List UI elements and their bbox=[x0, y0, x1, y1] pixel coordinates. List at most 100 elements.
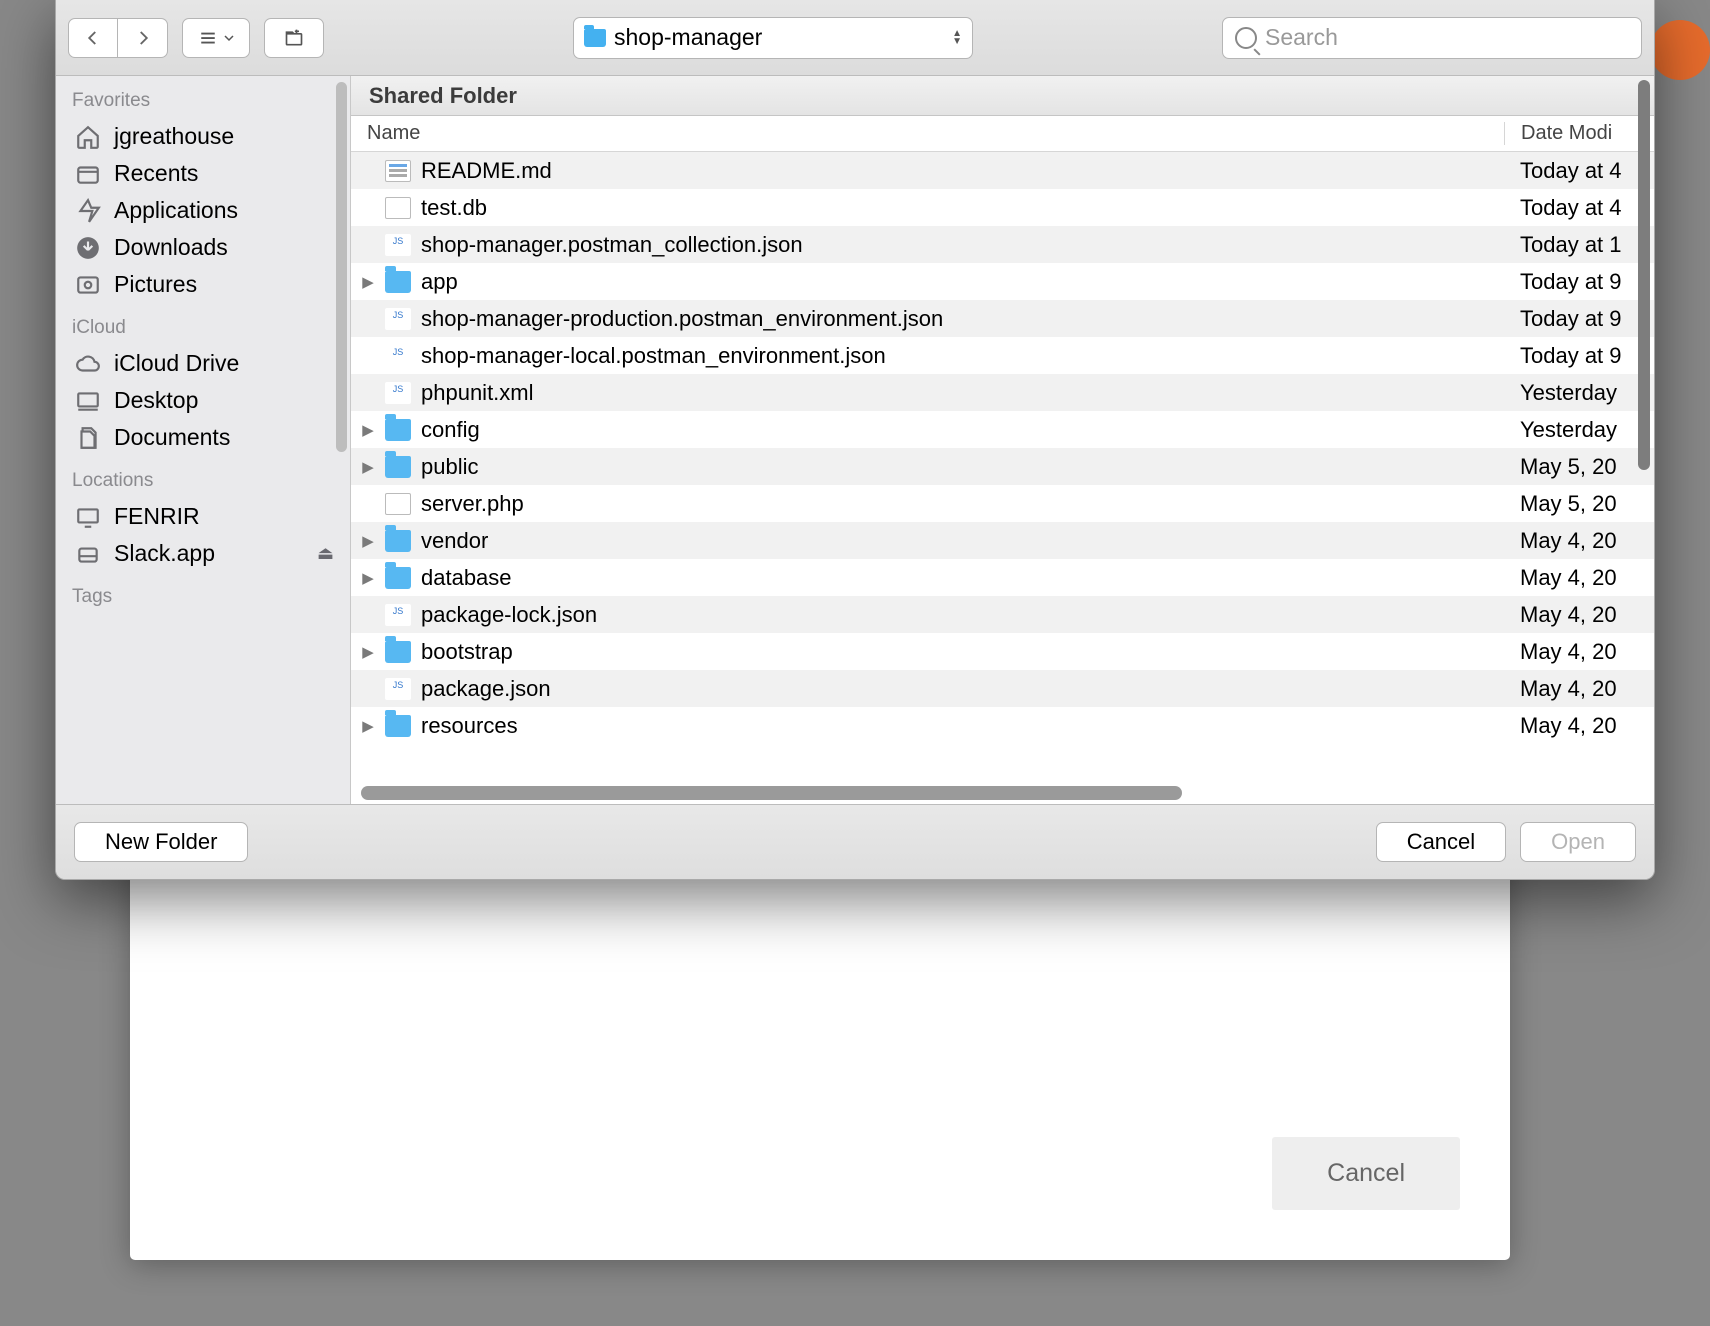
file-row[interactable]: package-lock.json May 4, 20 bbox=[351, 596, 1654, 633]
sidebar-item-label: FENRIR bbox=[114, 503, 200, 530]
bg-avatar bbox=[1650, 20, 1710, 80]
file-row[interactable]: phpunit.xml Yesterday bbox=[351, 374, 1654, 411]
forward-button[interactable] bbox=[118, 18, 168, 58]
column-header: Name Date Modi bbox=[351, 116, 1654, 152]
file-list-panel: Shared Folder Name Date Modi README.md T… bbox=[351, 76, 1654, 804]
file-name: phpunit.xml bbox=[421, 380, 1504, 406]
sidebar-item[interactable]: Documents bbox=[56, 419, 350, 456]
file-row[interactable]: package.json May 4, 20 bbox=[351, 670, 1654, 707]
vertical-scrollbar[interactable] bbox=[1632, 80, 1654, 570]
file-open-dialog: shop-manager ▲▼ Search Favorites jgreath… bbox=[55, 0, 1655, 880]
horizontal-scrollbar[interactable] bbox=[361, 786, 1644, 800]
documents-icon bbox=[74, 426, 102, 450]
search-placeholder: Search bbox=[1265, 24, 1338, 51]
nav-buttons bbox=[68, 18, 168, 58]
group-button[interactable] bbox=[264, 18, 324, 58]
file-row[interactable]: test.db Today at 4 bbox=[351, 189, 1654, 226]
file-row[interactable]: ▶ vendor May 4, 20 bbox=[351, 522, 1654, 559]
sidebar-item[interactable]: iCloud Drive bbox=[56, 345, 350, 382]
file-name: vendor bbox=[421, 528, 1504, 554]
file-row[interactable]: ▶ bootstrap May 4, 20 bbox=[351, 633, 1654, 670]
view-mode-button[interactable] bbox=[182, 18, 250, 58]
sidebar-item[interactable]: FENRIR bbox=[56, 498, 350, 535]
folder-icon bbox=[385, 567, 411, 589]
sidebar-item[interactable]: jgreathouse bbox=[56, 118, 350, 155]
file-icon bbox=[385, 345, 411, 367]
downloads-icon bbox=[74, 236, 102, 260]
file-date: May 4, 20 bbox=[1504, 639, 1654, 665]
disclosure-triangle[interactable]: ▶ bbox=[351, 643, 385, 661]
folder-icon bbox=[584, 29, 606, 47]
sidebar-item-label: iCloud Drive bbox=[114, 350, 239, 377]
file-row[interactable]: ▶ database May 4, 20 bbox=[351, 559, 1654, 596]
sidebar-item[interactable]: Downloads bbox=[56, 229, 350, 266]
file-name: package-lock.json bbox=[421, 602, 1504, 628]
disclosure-triangle[interactable]: ▶ bbox=[351, 569, 385, 587]
file-name: shop-manager.postman_collection.json bbox=[421, 232, 1504, 258]
file-name: public bbox=[421, 454, 1504, 480]
folder-icon bbox=[385, 419, 411, 441]
file-row[interactable]: server.php May 5, 20 bbox=[351, 485, 1654, 522]
new-folder-button[interactable]: New Folder bbox=[74, 822, 248, 862]
sidebar-item[interactable]: Pictures bbox=[56, 266, 350, 303]
file-name: resources bbox=[421, 713, 1504, 739]
sidebar-item-label: Slack.app bbox=[114, 540, 215, 567]
file-name: shop-manager-production.postman_environm… bbox=[421, 306, 1504, 332]
file-date: May 4, 20 bbox=[1504, 676, 1654, 702]
pictures-icon bbox=[74, 273, 102, 297]
file-row[interactable]: ▶ resources May 4, 20 bbox=[351, 707, 1654, 744]
file-name: server.php bbox=[421, 491, 1504, 517]
sidebar-item-label: Pictures bbox=[114, 271, 197, 298]
sidebar-item[interactable]: Recents bbox=[56, 155, 350, 192]
file-icon bbox=[385, 234, 411, 256]
search-field[interactable]: Search bbox=[1222, 17, 1642, 59]
file-row[interactable]: shop-manager-local.postman_environment.j… bbox=[351, 337, 1654, 374]
cancel-button[interactable]: Cancel bbox=[1376, 822, 1506, 862]
sidebar-section-label: Locations bbox=[56, 456, 350, 498]
cloud-icon bbox=[74, 352, 102, 376]
recents-icon bbox=[74, 162, 102, 186]
bg-cancel-button[interactable]: Cancel bbox=[1272, 1137, 1460, 1210]
disclosure-triangle[interactable]: ▶ bbox=[351, 273, 385, 291]
disclosure-triangle[interactable]: ▶ bbox=[351, 458, 385, 476]
sidebar-item[interactable]: Slack.app ⏏ bbox=[56, 535, 350, 572]
computer-icon bbox=[74, 505, 102, 529]
file-list: README.md Today at 4 test.db Today at 4 … bbox=[351, 152, 1654, 804]
file-icon bbox=[385, 197, 411, 219]
sidebar-item[interactable]: Applications bbox=[56, 192, 350, 229]
file-row[interactable]: README.md Today at 4 bbox=[351, 152, 1654, 189]
folder-icon bbox=[385, 641, 411, 663]
file-name: shop-manager-local.postman_environment.j… bbox=[421, 343, 1504, 369]
disclosure-triangle[interactable]: ▶ bbox=[351, 717, 385, 735]
back-button[interactable] bbox=[68, 18, 118, 58]
file-icon bbox=[385, 678, 411, 700]
disclosure-triangle[interactable]: ▶ bbox=[351, 532, 385, 550]
col-name[interactable]: Name bbox=[351, 122, 1504, 145]
file-name: bootstrap bbox=[421, 639, 1504, 665]
sidebar-item[interactable]: Desktop bbox=[56, 382, 350, 419]
file-row[interactable]: shop-manager.postman_collection.json Tod… bbox=[351, 226, 1654, 263]
sidebar-section-label: Tags bbox=[56, 572, 350, 614]
folder-icon bbox=[385, 456, 411, 478]
file-icon bbox=[385, 160, 411, 182]
file-name: README.md bbox=[421, 158, 1504, 184]
applications-icon bbox=[74, 199, 102, 223]
file-row[interactable]: ▶ app Today at 9 bbox=[351, 263, 1654, 300]
sidebar-item-label: Recents bbox=[114, 160, 198, 187]
sidebar-item-label: Desktop bbox=[114, 387, 198, 414]
file-row[interactable]: ▶ public May 5, 20 bbox=[351, 448, 1654, 485]
file-row[interactable]: shop-manager-production.postman_environm… bbox=[351, 300, 1654, 337]
sidebar-item-label: jgreathouse bbox=[114, 123, 234, 150]
dialog-toolbar: shop-manager ▲▼ Search bbox=[56, 0, 1654, 76]
file-icon bbox=[385, 308, 411, 330]
sidebar-scrollbar[interactable] bbox=[330, 76, 350, 804]
folder-icon bbox=[385, 530, 411, 552]
search-icon bbox=[1235, 27, 1257, 49]
path-popup[interactable]: shop-manager ▲▼ bbox=[573, 17, 973, 59]
sidebar: Favorites jgreathouse Recents Applicatio… bbox=[56, 76, 351, 804]
sidebar-item-label: Downloads bbox=[114, 234, 228, 261]
open-button[interactable]: Open bbox=[1520, 822, 1636, 862]
disclosure-triangle[interactable]: ▶ bbox=[351, 421, 385, 439]
file-name: database bbox=[421, 565, 1504, 591]
file-row[interactable]: ▶ config Yesterday bbox=[351, 411, 1654, 448]
